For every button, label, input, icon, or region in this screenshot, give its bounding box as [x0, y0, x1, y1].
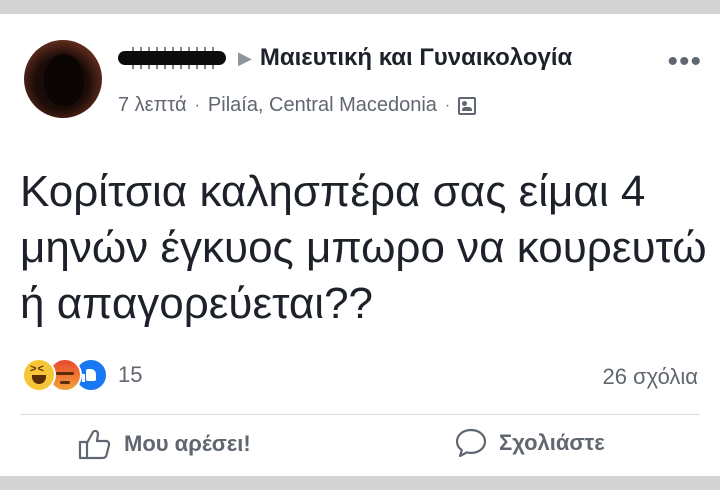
post-meta: 7 λεπτά · Pilaía, Central Macedonia ·	[118, 94, 477, 117]
comment-bubble-icon	[455, 428, 487, 458]
like-button[interactable]: Μου αρέσει!	[78, 428, 251, 460]
more-options-icon[interactable]: •••	[667, 47, 702, 77]
post-time[interactable]: 7 λεπτά	[118, 94, 187, 117]
comment-button[interactable]: Σχολιάστε	[455, 428, 605, 458]
comment-button-label: Σχολιάστε	[499, 430, 605, 455]
like-button-label: Μου αρέσει!	[124, 431, 251, 456]
reaction-count[interactable]: 15	[118, 362, 142, 388]
meta-separator-2: ·	[444, 96, 451, 114]
haha-reaction-icon	[22, 358, 56, 392]
thumbs-up-icon	[78, 429, 111, 460]
post-body-text: Κορίτσια καλησπέρα σας είμαι 4 μηνών έγκ…	[20, 167, 707, 328]
post-location[interactable]: Pilaía, Central Macedonia	[208, 94, 437, 117]
arrow-right-icon: ▶	[238, 48, 252, 68]
post-card: ▶ Μαιευτική και Γυναικολογία ••• 7 λεπτά…	[0, 14, 720, 476]
redacted-author-name[interactable]	[118, 47, 226, 69]
group-privacy-icon	[458, 96, 477, 115]
reactions-summary[interactable]: 15	[22, 358, 142, 392]
post-header: ▶ Μαιευτική και Γυναικολογία	[118, 44, 572, 72]
meta-separator: ·	[194, 96, 200, 114]
author-avatar[interactable]	[24, 40, 102, 118]
action-divider	[20, 414, 700, 415]
group-name-link[interactable]: Μαιευτική και Γυναικολογία	[260, 44, 572, 72]
comment-count-link[interactable]: 26 σχόλια	[602, 364, 698, 390]
